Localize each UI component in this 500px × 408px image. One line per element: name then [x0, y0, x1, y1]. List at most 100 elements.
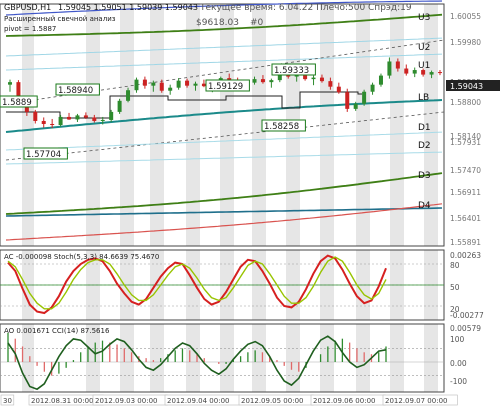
session-band: [220, 324, 234, 392]
current-price-label: 1.59043: [450, 82, 483, 91]
candle-body: [311, 77, 316, 80]
candle-body: [201, 83, 206, 87]
level-label-u3: U3: [418, 13, 430, 23]
symbol-label: GBPUSD,H1: [4, 3, 51, 12]
ac-axis-tick: 80: [450, 261, 460, 270]
time-axis-tick: 2012.08.31 00:00: [31, 397, 93, 405]
time-axis-tick: 2012.09.07 00:00: [385, 397, 447, 405]
price-marker-label: 1.5889: [2, 98, 32, 108]
candle-body: [328, 81, 333, 87]
level-label-d3: D3: [418, 171, 431, 181]
session-band: [424, 324, 438, 392]
price-axis-tick: 1.55891: [450, 238, 481, 247]
candle-body: [159, 82, 164, 91]
session-band: [320, 324, 334, 392]
time-axis-tick: 2012.09.05 00:00: [241, 397, 303, 405]
ac-axis-tick: 0.00263: [450, 251, 481, 260]
balance-suffix: #0: [250, 18, 264, 28]
trading-chart[interactable]: 1.58940 1.59129 1.59333 1.58258 1.57704 1.588…: [0, 0, 500, 408]
candle-body: [67, 116, 72, 120]
balance-label: $9618.03: [196, 18, 239, 28]
price-axis-tick: 1.56401: [450, 214, 481, 223]
level-label-d1: D1: [418, 123, 431, 133]
price-marker-label: 1.59333: [274, 66, 309, 76]
time-axis-tick: 2012.09.03 00:00: [95, 397, 157, 405]
cci-axis-tick: 0.00: [450, 359, 467, 368]
candle-body: [176, 80, 181, 88]
session-band: [120, 4, 134, 246]
candle-body: [83, 115, 88, 118]
candle-body: [33, 111, 38, 121]
session-band: [186, 324, 200, 392]
candle-body: [41, 120, 46, 124]
time-axis-tick: 2012.09.04 00:00: [167, 397, 229, 405]
chart-window: 1.58940 1.59129 1.59333 1.58258 1.57704 1.588…: [0, 0, 500, 408]
candle-body: [404, 68, 409, 74]
candle-body: [185, 80, 190, 86]
session-band: [22, 4, 34, 246]
level-label-u1: U1: [418, 61, 430, 71]
candle-body: [100, 119, 105, 121]
ac-panel-label: AC -0.000098 Stoch(5,3,3) 84.6639 75.467…: [4, 253, 159, 261]
price-marker-label: 1.57704: [26, 150, 61, 160]
session-band: [356, 324, 370, 392]
candle-body: [142, 79, 147, 86]
session-band: [150, 324, 164, 392]
candle-body: [353, 103, 358, 109]
cci-axis-tick: -100: [450, 377, 467, 386]
candle-body: [378, 75, 383, 85]
time-axis-tick: 30: [3, 397, 12, 405]
price-axis-tick: 1.57931: [450, 138, 481, 147]
session-band: [286, 324, 300, 392]
candle-body: [109, 111, 114, 120]
session-band: [186, 4, 200, 246]
time-axis-tick: 2012.09.06 00:00: [313, 397, 375, 405]
candle-body: [117, 100, 122, 112]
session-band: [150, 4, 164, 246]
session-band: [390, 324, 404, 392]
candle-body: [134, 79, 139, 91]
price-marker-label: 1.59129: [208, 82, 243, 92]
candle-body: [370, 84, 375, 92]
candle-body: [58, 116, 63, 125]
candle-body: [269, 80, 274, 83]
session-band: [220, 4, 234, 246]
candle-body: [395, 61, 400, 69]
price-axis-tick: 1.58800: [450, 98, 481, 107]
candle-body: [336, 86, 341, 93]
candle-body: [151, 82, 156, 86]
candle-body: [50, 123, 55, 125]
candle-body: [345, 92, 350, 109]
cci-axis-tick: 0.00579: [450, 324, 481, 333]
candle-body: [92, 117, 97, 121]
price-axis-tick: 1.56911: [450, 188, 481, 197]
price-marker-label: 1.58258: [264, 122, 299, 132]
candle-body: [126, 90, 131, 101]
candle-body: [412, 70, 417, 74]
candle-body: [362, 91, 367, 104]
cci-axis-tick: 100: [450, 335, 465, 344]
candle-body: [260, 79, 265, 83]
price-axis-tick: 1.60055: [450, 12, 481, 21]
ohlc-label: 1.59045 1.59051 1.59039 1.59043: [58, 3, 198, 12]
server-time-label: Текущее время: 6.04.22 Плечо:500 Спрэд:1…: [199, 3, 412, 13]
level-label-d2: D2: [418, 141, 431, 151]
ac-axis-tick: 50: [450, 283, 460, 292]
cci-panel-label: AO 0.001671 CCI(14) 87.5616: [4, 327, 110, 335]
price-axis-tick: 1.57470: [450, 166, 481, 175]
candle-body: [193, 83, 198, 86]
candle-body: [429, 72, 434, 75]
ac-axis-tick: -0.00277: [450, 311, 484, 320]
price-marker-label: 1.58940: [58, 86, 93, 96]
candle-body: [168, 87, 173, 91]
candle-body: [252, 79, 257, 83]
level-label-lb: LB: [418, 93, 429, 103]
candle-body: [319, 77, 324, 82]
candle-body: [438, 72, 442, 74]
candle-body: [8, 82, 12, 85]
price-axis-tick: 1.59980: [450, 38, 481, 47]
level-label-u2: U2: [418, 43, 430, 53]
pivot-value-label: pivot = 1.5887: [4, 25, 56, 33]
session-band: [252, 324, 266, 392]
indicator-title: Расширенный свечной анализ: [4, 15, 116, 23]
